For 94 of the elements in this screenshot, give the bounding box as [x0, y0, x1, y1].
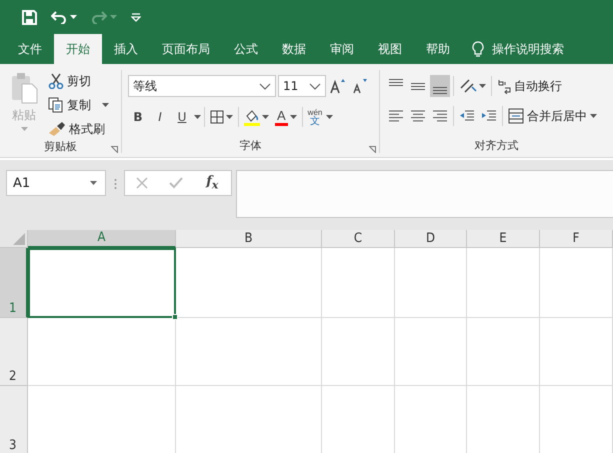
- dialog-launcher-icon[interactable]: [111, 146, 118, 153]
- ribbon-tab[interactable]: 插入: [102, 34, 150, 64]
- grow-font-icon: [330, 78, 346, 94]
- ribbon-tab[interactable]: 数据: [270, 34, 318, 64]
- cell[interactable]: [395, 318, 467, 386]
- insert-function-button[interactable]: f$_{x}$: [204, 174, 220, 192]
- cell[interactable]: [540, 248, 613, 318]
- font-name-field[interactable]: 等线: [128, 75, 276, 97]
- column-header[interactable]: E: [467, 230, 540, 248]
- cell[interactable]: [322, 318, 395, 386]
- ribbon-tab[interactable]: 页面布局: [150, 34, 222, 64]
- align-lines-icon: [411, 82, 425, 90]
- copy-icon: [48, 97, 64, 113]
- scissors-icon: [48, 73, 64, 89]
- lightbulb-icon: [472, 40, 484, 58]
- group-title: 对齐方式: [474, 139, 518, 153]
- caret-icon: [590, 114, 597, 118]
- check-icon[interactable]: [168, 177, 183, 189]
- cell[interactable]: [395, 248, 467, 318]
- caret-icon: [110, 15, 117, 19]
- painter-button[interactable]: 格式刷: [46, 118, 111, 140]
- column-header[interactable]: C: [322, 230, 395, 248]
- caret-icon: [194, 115, 201, 119]
- cell[interactable]: [322, 248, 395, 318]
- redo-icon: [91, 10, 107, 24]
- wrap-text-button[interactable]: 自动换行: [495, 75, 564, 97]
- phonetic-button[interactable]: wén 文: [306, 105, 336, 129]
- format-painter-icon: [48, 121, 66, 137]
- font-color-button[interactable]: A: [273, 106, 299, 128]
- ribbon-tab[interactable]: 视图: [366, 34, 414, 64]
- align-right-icon: [432, 109, 448, 123]
- cell[interactable]: [467, 248, 540, 318]
- cell[interactable]: [467, 318, 540, 386]
- name-box[interactable]: A1: [6, 170, 106, 196]
- caret-icon: [20, 127, 28, 131]
- dialog-launcher-icon[interactable]: [369, 146, 376, 153]
- cell[interactable]: [176, 248, 322, 318]
- caret-icon: [262, 115, 269, 119]
- shrink-font-icon: [352, 78, 368, 94]
- search-button[interactable]: 操作说明搜索: [468, 34, 568, 64]
- chevron-icon: [259, 82, 271, 90]
- increase-indent-icon: [481, 109, 497, 123]
- caret-icon: [290, 115, 297, 119]
- caret-icon: [90, 181, 97, 185]
- grid-icon: [210, 110, 224, 124]
- clipboard-icon: [10, 72, 38, 104]
- bold-button[interactable]: B: [128, 106, 148, 128]
- row-header[interactable]: 1: [0, 248, 28, 318]
- merge-center-button[interactable]: 合并后居中: [506, 105, 599, 127]
- ribbon-tab[interactable]: 帮助: [414, 34, 462, 64]
- ribbon-tab[interactable]: 公式: [222, 34, 270, 64]
- caret-icon: [70, 15, 77, 19]
- cell[interactable]: [540, 318, 613, 386]
- italic-button[interactable]: I: [150, 106, 170, 128]
- select-all-icon[interactable]: [13, 233, 25, 245]
- column-header[interactable]: F: [540, 230, 613, 248]
- fill-handle[interactable]: [172, 314, 178, 320]
- drag-handle-icon: [114, 178, 116, 190]
- angled-text-icon: [459, 78, 477, 94]
- cell[interactable]: [176, 318, 322, 386]
- caret-icon: [326, 115, 334, 119]
- caret-icon: [226, 115, 233, 119]
- cut-button[interactable]: 剪切: [46, 70, 111, 92]
- active-cell[interactable]: [28, 248, 176, 318]
- undo-icon: [51, 10, 67, 24]
- column-header[interactable]: A: [28, 230, 176, 248]
- customize-icon: [131, 12, 141, 22]
- column-header[interactable]: D: [395, 230, 467, 248]
- chevron-icon: [309, 82, 321, 90]
- save-icon: [22, 10, 37, 24]
- align-lines-icon: [389, 78, 403, 86]
- underline-button[interactable]: U: [172, 106, 192, 128]
- align-lines-icon: [433, 86, 447, 94]
- close-icon[interactable]: [136, 177, 148, 189]
- ribbon-tab[interactable]: 开始: [54, 34, 102, 64]
- merge-cells-icon: [508, 108, 524, 124]
- copy-button[interactable]: 复制: [46, 94, 111, 116]
- ribbon-tab[interactable]: 文件: [6, 34, 54, 64]
- bottom-align-button[interactable]: [430, 75, 450, 97]
- caret-icon: [479, 84, 486, 88]
- cell[interactable]: [28, 318, 176, 386]
- ribbon-tab[interactable]: 审阅: [318, 34, 366, 64]
- align-center-icon: [410, 109, 426, 123]
- decrease-indent-icon: [459, 109, 475, 123]
- group-title: 字体: [240, 139, 262, 153]
- row-header[interactable]: 2: [0, 318, 28, 386]
- formula-input[interactable]: [236, 170, 613, 218]
- align-left-icon: [388, 109, 404, 123]
- caret-icon: [102, 103, 109, 107]
- column-header[interactable]: B: [176, 230, 322, 248]
- row-header[interactable]: 3: [0, 386, 28, 453]
- group-title: 剪贴板: [44, 140, 77, 154]
- font-size-field[interactable]: 11: [278, 75, 326, 97]
- wrap-text-icon: [497, 78, 511, 94]
